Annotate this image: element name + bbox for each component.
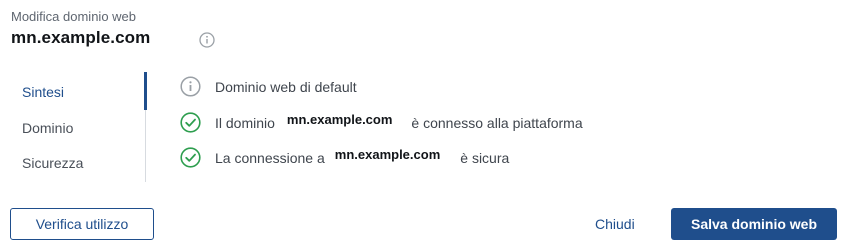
dialog-title: mn.example.com	[11, 28, 151, 47]
status-prefix-connected: Il dominio	[215, 114, 275, 131]
tab-sintesi[interactable]: Sintesi	[22, 84, 64, 100]
edit-domain-dialog: Modifica dominio web mn.example.com Sint…	[0, 0, 849, 252]
info-icon	[180, 76, 201, 97]
verify-usage-button[interactable]: Verifica utilizzo	[10, 208, 154, 240]
tab-sicurezza[interactable]: Sicurezza	[22, 155, 83, 171]
close-button[interactable]: Chiudi	[587, 208, 643, 240]
tab-dominio[interactable]: Dominio	[22, 120, 73, 136]
active-tab-indicator	[144, 72, 147, 110]
check-circle-icon	[180, 147, 201, 168]
status-suffix-connected: è connesso alla piattaforma	[411, 114, 583, 131]
status-text-default: Dominio web di default	[215, 78, 357, 95]
status-row-connected: Il dominio mn.example.com è connesso all…	[180, 112, 583, 133]
info-icon[interactable]	[199, 32, 215, 48]
save-domain-button[interactable]: Salva dominio web	[671, 208, 837, 240]
dialog-subtitle: Modifica dominio web	[11, 9, 137, 24]
status-row-default: Dominio web di default	[180, 76, 357, 97]
status-row-secure: La connessione a mn.example.com è sicura	[180, 147, 509, 168]
dialog-title-row: mn.example.com	[11, 28, 150, 48]
check-circle-icon	[180, 112, 201, 133]
status-domain-connected: mn.example.com	[286, 112, 393, 127]
status-prefix-secure: La connessione a	[215, 149, 325, 166]
status-suffix-secure: è sicura	[460, 149, 510, 166]
status-domain-secure: mn.example.com	[334, 147, 441, 162]
